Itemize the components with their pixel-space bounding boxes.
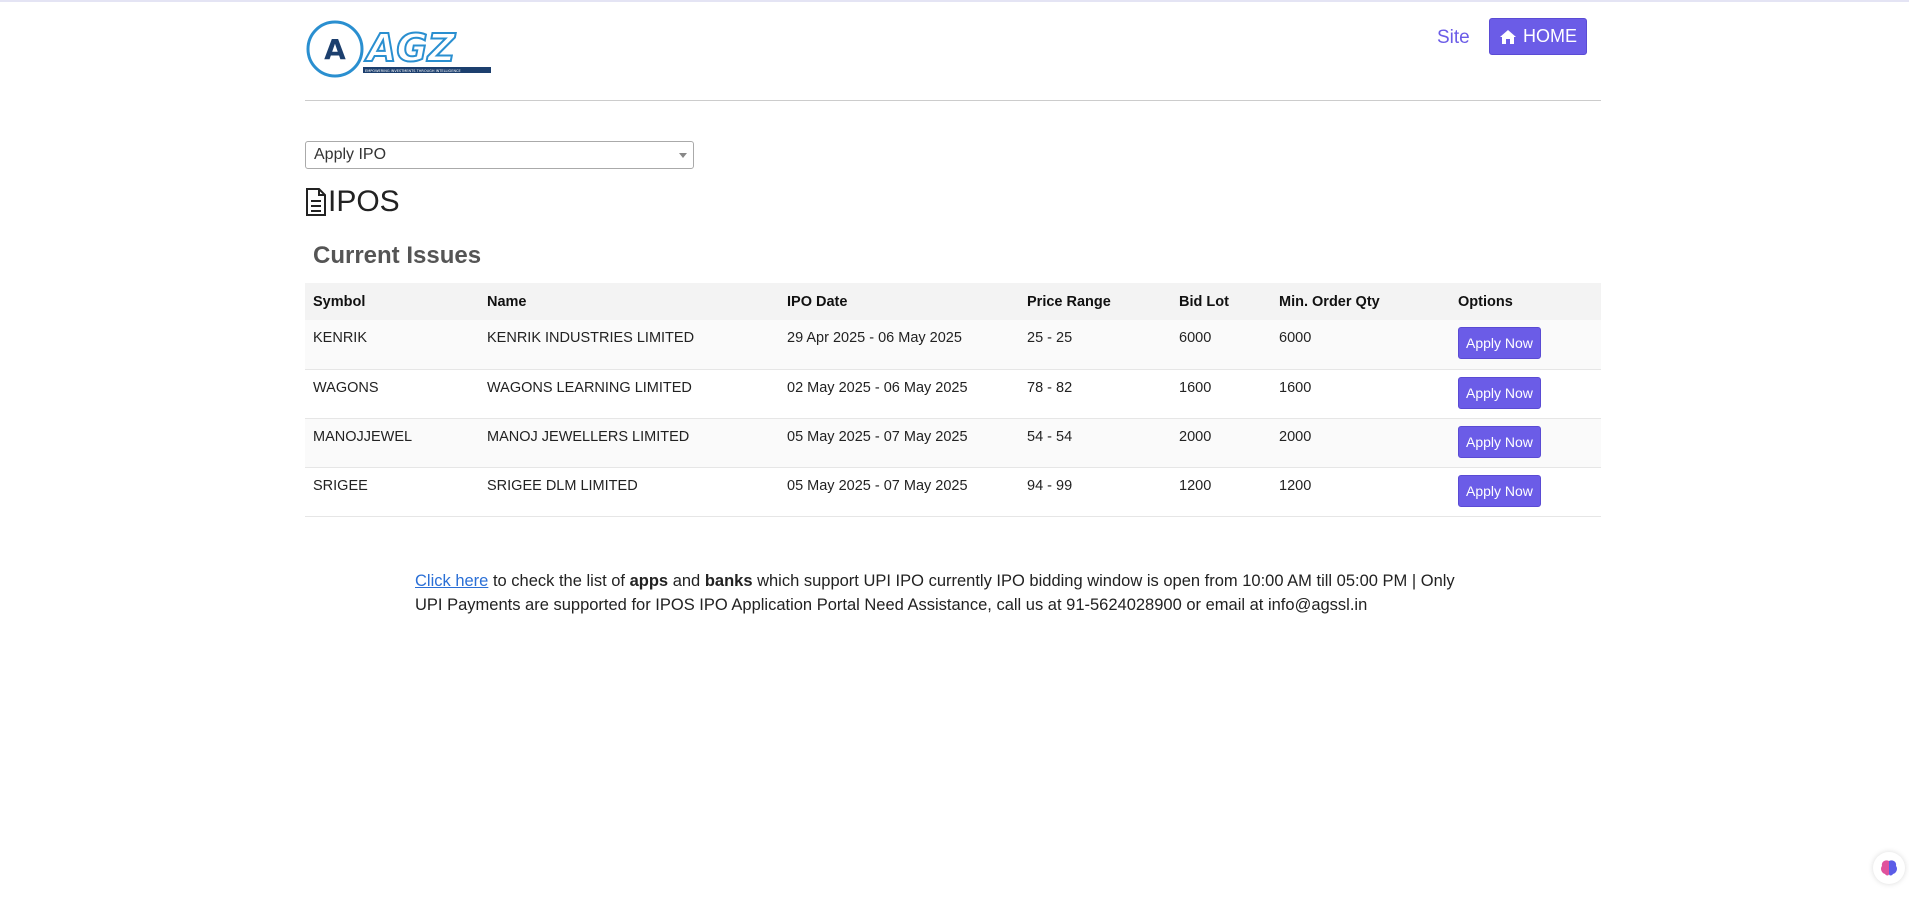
cell-min-order-qty: 1200 bbox=[1271, 467, 1450, 517]
cell-name: MANOJ JEWELLERS LIMITED bbox=[479, 418, 779, 468]
home-button[interactable]: HOME bbox=[1489, 18, 1587, 55]
cell-options: Apply Now bbox=[1450, 320, 1601, 370]
svg-text:AGZ: AGZ bbox=[364, 26, 457, 70]
cell-bid-lot: 6000 bbox=[1171, 320, 1271, 370]
table-row: SRIGEE SRIGEE DLM LIMITED 05 May 2025 - … bbox=[305, 467, 1601, 517]
assistant-widget-button[interactable] bbox=[1873, 852, 1905, 884]
table-row: WAGONS WAGONS LEARNING LIMITED 02 May 20… bbox=[305, 369, 1601, 419]
col-bid-lot: Bid Lot bbox=[1171, 283, 1271, 320]
note-text-2: and bbox=[668, 571, 705, 590]
note-text-1: to check the list of bbox=[488, 571, 630, 590]
action-select-value: Apply IPO bbox=[314, 146, 387, 163]
apply-now-button[interactable]: Apply Now bbox=[1458, 425, 1541, 458]
action-select[interactable]: Apply IPO bbox=[305, 141, 694, 169]
cell-bid-lot: 1200 bbox=[1171, 467, 1271, 517]
cell-symbol: WAGONS bbox=[305, 369, 479, 419]
note-bold-apps: apps bbox=[629, 571, 669, 590]
page-title: IPOS bbox=[305, 185, 400, 219]
cell-name: KENRIK INDUSTRIES LIMITED bbox=[479, 320, 779, 370]
upi-apps-link[interactable]: Click here bbox=[415, 572, 488, 590]
note-bold-banks: banks bbox=[704, 571, 753, 590]
site-link[interactable]: Site bbox=[1437, 27, 1470, 49]
cell-ipo-date: 02 May 2025 - 06 May 2025 bbox=[779, 369, 1019, 419]
upi-info-note: Click here to check the list of apps and… bbox=[415, 569, 1475, 617]
ipo-table: Symbol Name IPO Date Price Range Bid Lot… bbox=[305, 283, 1601, 517]
cell-price-range: 78 - 82 bbox=[1019, 369, 1171, 419]
cell-symbol: KENRIK bbox=[305, 320, 479, 370]
cell-options: Apply Now bbox=[1450, 369, 1601, 419]
col-min-order-qty: Min. Order Qty bbox=[1271, 283, 1450, 320]
cell-bid-lot: 1600 bbox=[1171, 369, 1271, 419]
cell-name: SRIGEE DLM LIMITED bbox=[479, 467, 779, 517]
col-ipo-date: IPO Date bbox=[779, 283, 1019, 320]
page-title-text: IPOS bbox=[328, 185, 400, 218]
cell-options: Apply Now bbox=[1450, 418, 1601, 468]
home-button-label: HOME bbox=[1523, 26, 1577, 46]
col-symbol: Symbol bbox=[305, 283, 479, 320]
apply-now-button[interactable]: Apply Now bbox=[1458, 327, 1541, 359]
table-row: KENRIK KENRIK INDUSTRIES LIMITED 29 Apr … bbox=[305, 320, 1601, 370]
page-container: A AGZ EMPOWERING INVESTMENTS THROUGH INT… bbox=[305, 2, 1601, 614]
section-title: Current Issues bbox=[313, 242, 482, 269]
chevron-down-icon bbox=[679, 153, 687, 158]
cell-price-range: 54 - 54 bbox=[1019, 418, 1171, 468]
col-options: Options bbox=[1450, 283, 1601, 320]
svg-text:EMPOWERING INVESTMENTS THROUGH: EMPOWERING INVESTMENTS THROUGH INTELLIGE… bbox=[365, 69, 461, 73]
cell-name: WAGONS LEARNING LIMITED bbox=[479, 369, 779, 419]
apply-now-button[interactable]: Apply Now bbox=[1458, 474, 1541, 507]
svg-text:A: A bbox=[324, 33, 346, 66]
document-icon bbox=[306, 188, 326, 216]
col-name: Name bbox=[479, 283, 779, 320]
top-navbar: A AGZ EMPOWERING INVESTMENTS THROUGH INT… bbox=[305, 2, 1601, 101]
cell-min-order-qty: 2000 bbox=[1271, 418, 1450, 468]
cell-ipo-date: 05 May 2025 - 07 May 2025 bbox=[779, 467, 1019, 517]
cell-price-range: 94 - 99 bbox=[1019, 467, 1171, 517]
table-header-row: Symbol Name IPO Date Price Range Bid Lot… bbox=[305, 283, 1601, 320]
col-price-range: Price Range bbox=[1019, 283, 1171, 320]
cell-bid-lot: 2000 bbox=[1171, 418, 1271, 468]
cell-symbol: MANOJJEWEL bbox=[305, 418, 479, 468]
company-logo[interactable]: A AGZ EMPOWERING INVESTMENTS THROUGH INT… bbox=[305, 19, 495, 79]
home-icon bbox=[1500, 29, 1516, 44]
cell-min-order-qty: 1600 bbox=[1271, 369, 1450, 419]
cell-symbol: SRIGEE bbox=[305, 467, 479, 517]
table-row: MANOJJEWEL MANOJ JEWELLERS LIMITED 05 Ma… bbox=[305, 418, 1601, 468]
cell-ipo-date: 05 May 2025 - 07 May 2025 bbox=[779, 418, 1019, 468]
apply-now-button[interactable]: Apply Now bbox=[1458, 376, 1541, 409]
cell-options: Apply Now bbox=[1450, 467, 1601, 517]
brain-icon bbox=[1881, 860, 1897, 876]
cell-price-range: 25 - 25 bbox=[1019, 320, 1171, 370]
cell-min-order-qty: 6000 bbox=[1271, 320, 1450, 370]
cell-ipo-date: 29 Apr 2025 - 06 May 2025 bbox=[779, 320, 1019, 370]
